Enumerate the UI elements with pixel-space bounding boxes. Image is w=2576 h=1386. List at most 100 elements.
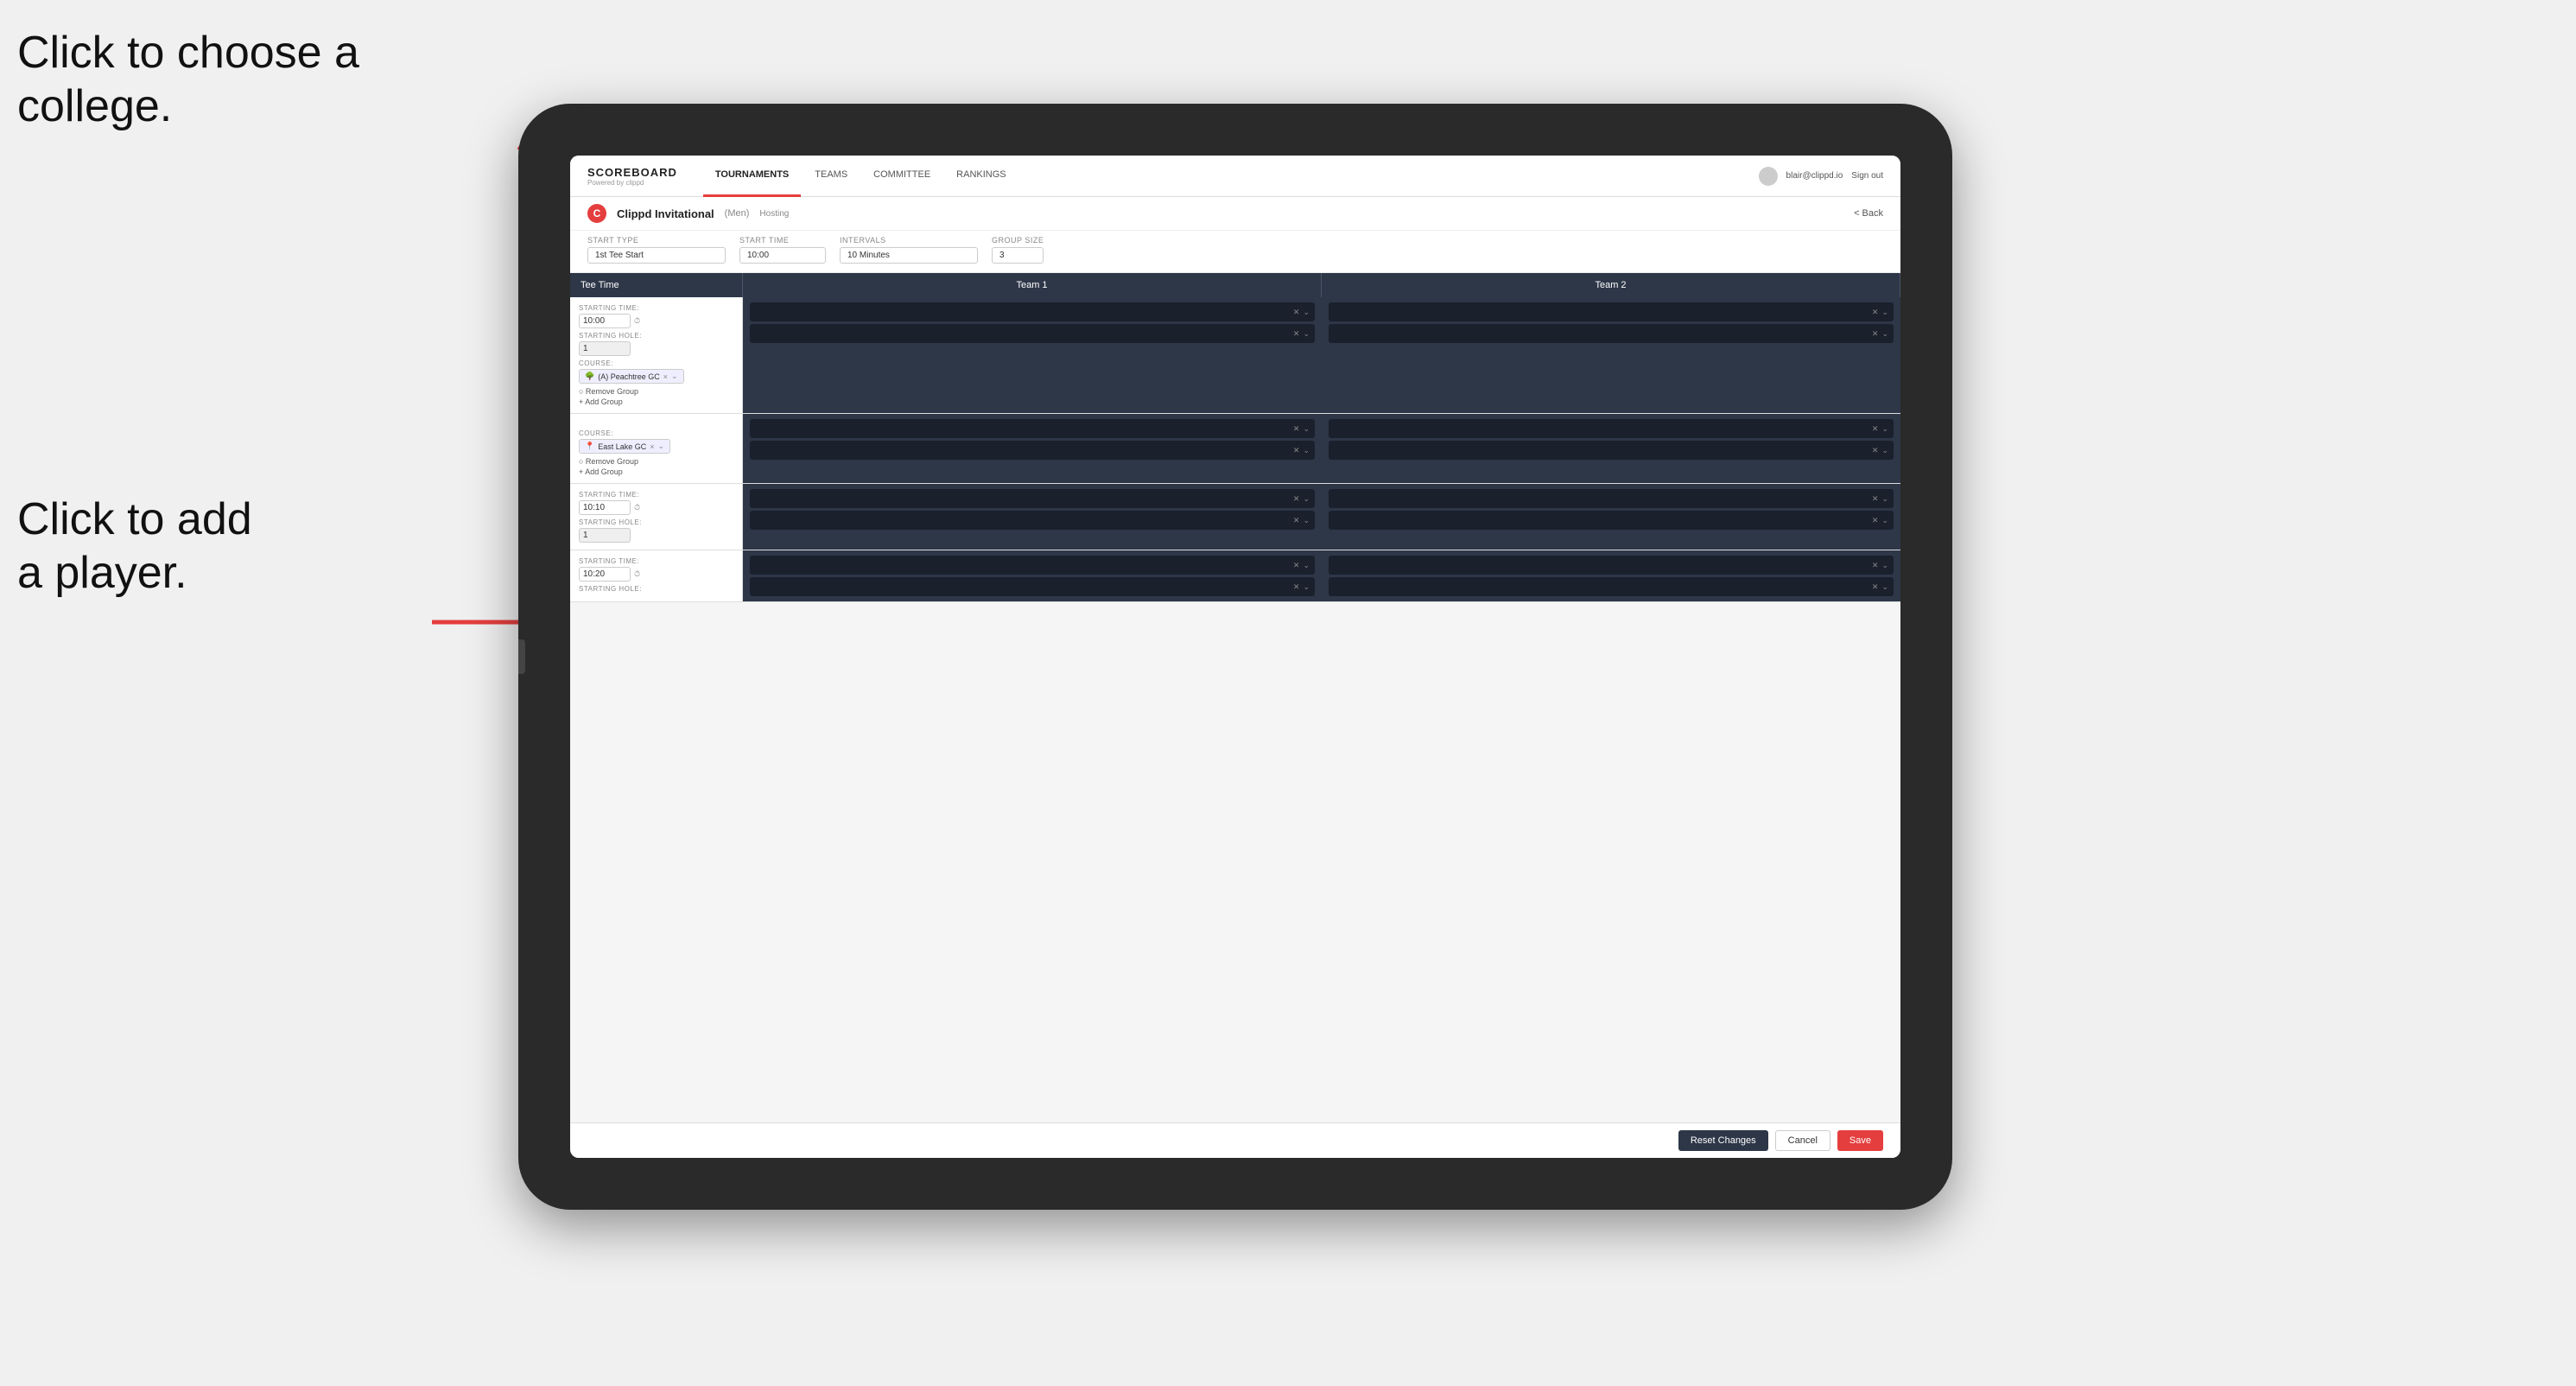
player-chevron-icon[interactable]: ⌄ bbox=[1303, 308, 1310, 317]
col-tee-time: Tee Time bbox=[570, 273, 743, 297]
player-remove-icon[interactable]: ✕ bbox=[1293, 446, 1300, 455]
player-chevron-icon[interactable]: ⌄ bbox=[1303, 582, 1310, 592]
intervals-select[interactable]: 10 Minutes bbox=[840, 247, 978, 264]
side-button[interactable] bbox=[518, 639, 525, 674]
player-chevron-icon[interactable]: ⌄ bbox=[1303, 561, 1310, 570]
team1-cell-1: ✕ ⌄ ✕ ⌄ bbox=[743, 297, 1322, 413]
player-remove-icon[interactable]: ✕ bbox=[1872, 494, 1879, 504]
player-row: ✕ ⌄ bbox=[750, 511, 1315, 530]
starting-hole-label-4: STARTING HOLE: bbox=[579, 585, 733, 593]
player-remove-icon[interactable]: ✕ bbox=[1293, 516, 1300, 525]
top-nav: SCOREBOARD Powered by clippd TOURNAMENTS… bbox=[570, 156, 1900, 197]
col-team1: Team 1 bbox=[743, 273, 1322, 297]
player-remove-icon[interactable]: ✕ bbox=[1872, 516, 1879, 525]
clock-icon-1: ⏱ bbox=[634, 316, 640, 326]
course-emoji-2: 📍 bbox=[585, 442, 594, 451]
starting-time-input-1[interactable] bbox=[579, 314, 631, 328]
nav-committee[interactable]: COMMITTEE bbox=[861, 156, 942, 197]
player-chevron-icon[interactable]: ⌄ bbox=[1303, 424, 1310, 434]
annotation-college: Click to choose a college. bbox=[17, 26, 359, 134]
player-chevron-icon[interactable]: ⌄ bbox=[1881, 516, 1888, 525]
player-chevron-icon[interactable]: ⌄ bbox=[1303, 516, 1310, 525]
player-remove-icon[interactable]: ✕ bbox=[1872, 446, 1879, 455]
course-remove-1[interactable]: × bbox=[663, 372, 668, 381]
player-chevron-icon[interactable]: ⌄ bbox=[1881, 308, 1888, 317]
player-chevron-icon[interactable]: ⌄ bbox=[1303, 494, 1310, 504]
tablet-frame: SCOREBOARD Powered by clippd TOURNAMENTS… bbox=[518, 104, 1952, 1210]
group-1-left: STARTING TIME: ⏱ STARTING HOLE: 1 COURSE… bbox=[570, 297, 743, 413]
nav-teams[interactable]: TEAMS bbox=[803, 156, 860, 197]
player-remove-icon[interactable]: ✕ bbox=[1293, 424, 1300, 434]
tournament-title: Clippd Invitational bbox=[617, 207, 714, 220]
player-chevron-icon[interactable]: ⌄ bbox=[1881, 329, 1888, 339]
group-size-select[interactable]: 3 bbox=[992, 247, 1044, 264]
start-time-label: Start Time bbox=[739, 236, 826, 245]
starting-time-input-3[interactable] bbox=[579, 500, 631, 515]
group-actions-1: ○ Remove Group + Add Group bbox=[579, 387, 733, 406]
table-row: STARTING TIME: ⏱ STARTING HOLE: ✕ ⌄ ✕ ⌄ bbox=[570, 550, 1900, 602]
player-chevron-icon[interactable]: ⌄ bbox=[1303, 446, 1310, 455]
player-remove-icon[interactable]: ✕ bbox=[1872, 582, 1879, 592]
user-email: blair@clippd.io bbox=[1786, 171, 1843, 181]
starting-hole-select-3[interactable]: 1 bbox=[579, 528, 631, 543]
starting-hole-select-1[interactable]: 1 bbox=[579, 341, 631, 356]
chevron-icon-1[interactable]: ⌄ bbox=[671, 372, 678, 381]
sign-out-link[interactable]: Sign out bbox=[1851, 171, 1883, 181]
starting-hole-label: STARTING HOLE: bbox=[579, 332, 733, 340]
player-chevron-icon[interactable]: ⌄ bbox=[1881, 561, 1888, 570]
team1-cell-4: ✕ ⌄ ✕ ⌄ bbox=[743, 550, 1322, 601]
player-remove-icon[interactable]: ✕ bbox=[1872, 329, 1879, 339]
starting-time-input-4[interactable] bbox=[579, 567, 631, 582]
player-remove-icon[interactable]: ✕ bbox=[1293, 582, 1300, 592]
chevron-icon-2[interactable]: ⌄ bbox=[658, 442, 665, 451]
team1-cell-3: ✕ ⌄ ✕ ⌄ bbox=[743, 484, 1322, 550]
remove-group-2[interactable]: ○ Remove Group bbox=[579, 457, 733, 466]
clippd-logo: C bbox=[587, 204, 606, 223]
team2-cell-3: ✕ ⌄ ✕ ⌄ bbox=[1322, 484, 1900, 550]
course-tag-2[interactable]: 📍 East Lake GC × ⌄ bbox=[579, 439, 670, 454]
course-name-1: (A) Peachtree GC bbox=[598, 372, 660, 381]
player-chevron-icon[interactable]: ⌄ bbox=[1881, 446, 1888, 455]
remove-group-1[interactable]: ○ Remove Group bbox=[579, 387, 733, 396]
player-remove-icon[interactable]: ✕ bbox=[1872, 424, 1879, 434]
player-row: ✕ ⌄ bbox=[1329, 577, 1894, 596]
player-remove-icon[interactable]: ✕ bbox=[1872, 308, 1879, 317]
player-chevron-icon[interactable]: ⌄ bbox=[1881, 582, 1888, 592]
course-label-1: COURSE: bbox=[579, 359, 733, 367]
logo-area: SCOREBOARD Powered by clippd bbox=[587, 166, 677, 187]
save-button[interactable]: Save bbox=[1837, 1130, 1883, 1151]
group-size-label: Group Size bbox=[992, 236, 1044, 245]
starting-hole-label-3: STARTING HOLE: bbox=[579, 518, 733, 526]
player-remove-icon[interactable]: ✕ bbox=[1293, 561, 1300, 570]
reset-button[interactable]: Reset Changes bbox=[1678, 1130, 1768, 1151]
nav-rankings[interactable]: RANKINGS bbox=[944, 156, 1018, 197]
course-remove-2[interactable]: × bbox=[650, 442, 654, 451]
player-row: ✕ ⌄ bbox=[1329, 324, 1894, 343]
intervals-group: Intervals 10 Minutes bbox=[840, 236, 978, 264]
player-remove-icon[interactable]: ✕ bbox=[1872, 561, 1879, 570]
start-time-input[interactable] bbox=[739, 247, 826, 264]
player-row: ✕ ⌄ bbox=[750, 324, 1315, 343]
nav-tournaments[interactable]: TOURNAMENTS bbox=[703, 156, 801, 197]
course-tag-1[interactable]: 🌳 (A) Peachtree GC × ⌄ bbox=[579, 369, 684, 384]
group-4-left: STARTING TIME: ⏱ STARTING HOLE: bbox=[570, 550, 743, 601]
player-remove-icon[interactable]: ✕ bbox=[1293, 494, 1300, 504]
add-group-2[interactable]: + Add Group bbox=[579, 467, 733, 476]
player-chevron-icon[interactable]: ⌄ bbox=[1881, 494, 1888, 504]
group-actions-2: ○ Remove Group + Add Group bbox=[579, 457, 733, 476]
cancel-button[interactable]: Cancel bbox=[1775, 1130, 1830, 1151]
add-group-1[interactable]: + Add Group bbox=[579, 397, 733, 406]
player-row: ✕ ⌄ bbox=[750, 419, 1315, 438]
player-remove-icon[interactable]: ✕ bbox=[1293, 308, 1300, 317]
player-chevron-icon[interactable]: ⌄ bbox=[1881, 424, 1888, 434]
hosting-badge: Hosting bbox=[759, 209, 789, 219]
player-remove-icon[interactable]: ✕ bbox=[1293, 329, 1300, 339]
start-type-select[interactable]: 1st Tee Start bbox=[587, 247, 726, 264]
starting-time-label: STARTING TIME: bbox=[579, 304, 733, 312]
table-header: Tee Time Team 1 Team 2 bbox=[570, 273, 1900, 297]
back-button[interactable]: < Back bbox=[1854, 208, 1883, 219]
tablet-screen: SCOREBOARD Powered by clippd TOURNAMENTS… bbox=[570, 156, 1900, 1158]
player-chevron-icon[interactable]: ⌄ bbox=[1303, 329, 1310, 339]
annotation-player: Click to add a player. bbox=[17, 493, 252, 601]
player-row: ✕ ⌄ bbox=[1329, 489, 1894, 508]
